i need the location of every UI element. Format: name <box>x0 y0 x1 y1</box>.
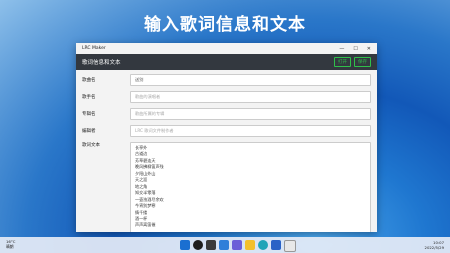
editor-label: 编辑者 <box>82 129 96 134</box>
file-explorer-icon[interactable] <box>245 240 255 250</box>
taskbar-icons <box>180 240 296 252</box>
chat-icon[interactable] <box>232 240 242 250</box>
header-buttons: 打开 保存 <box>334 57 371 67</box>
weather-widget[interactable]: 16°C 晴朗 <box>6 239 15 249</box>
start-icon[interactable] <box>180 240 190 250</box>
store-icon[interactable] <box>271 240 281 250</box>
edge-icon[interactable] <box>258 240 268 250</box>
singer-row: 歌手名 歌曲的演唱者 <box>82 91 371 103</box>
open-button[interactable]: 打开 <box>334 57 351 67</box>
song-row: 歌曲名 送别 <box>82 74 371 86</box>
lyrics-label: 歌词文本 <box>82 143 100 148</box>
window-titlebar[interactable]: LRC Maker — ☐ ✕ <box>76 43 377 54</box>
album-input[interactable]: 歌曲所属的专辑 <box>130 108 371 120</box>
song-label: 歌曲名 <box>82 78 96 83</box>
album-row: 专辑名 歌曲所属的专辑 <box>82 108 371 120</box>
clock-date: 2022/5/29 <box>424 245 444 250</box>
weather-desc: 晴朗 <box>6 244 14 249</box>
lyrics-row: 歌词文本 长亭外 古道边 芳草碧连天 晚风拂柳笛声残 夕阳山外山 天之涯 地之角… <box>82 142 371 232</box>
task-view-icon[interactable] <box>206 240 216 250</box>
app-window: LRC Maker — ☐ ✕ 歌词信息和文本 打开 保存 歌曲名 送别 歌手名… <box>76 43 377 232</box>
maximize-button[interactable]: ☐ <box>353 46 357 52</box>
app-header: 歌词信息和文本 打开 保存 <box>76 54 377 70</box>
minimize-button[interactable]: — <box>339 46 344 52</box>
widgets-icon[interactable] <box>219 240 229 250</box>
lyrics-form: 歌曲名 送别 歌手名 歌曲的演唱者 专辑名 歌曲所属的专辑 编辑者 LRC 歌词… <box>76 70 377 232</box>
song-input[interactable]: 送别 <box>130 74 371 86</box>
editor-input[interactable]: LRC 歌词文件制作者 <box>130 125 371 137</box>
tutorial-headline: 输入歌词信息和文本 <box>144 15 306 35</box>
lyrics-textarea[interactable]: 长亭外 古道边 芳草碧连天 晚风拂柳笛声残 夕阳山外山 天之涯 地之角 知交半零… <box>130 142 371 232</box>
app-icon[interactable] <box>284 240 296 252</box>
save-button[interactable]: 保存 <box>354 57 371 67</box>
window-title: LRC Maker <box>82 46 106 51</box>
window-controls: — ☐ ✕ <box>339 46 371 52</box>
singer-label: 歌手名 <box>82 95 96 100</box>
clock[interactable]: 10:07 2022/5/29 <box>425 240 444 250</box>
taskbar: 16°C 晴朗 10:07 2022/5/29 <box>0 237 450 253</box>
search-icon[interactable] <box>193 240 203 250</box>
header-title: 歌词信息和文本 <box>82 60 121 66</box>
close-button[interactable]: ✕ <box>367 46 371 52</box>
album-label: 专辑名 <box>82 112 96 117</box>
editor-row: 编辑者 LRC 歌词文件制作者 <box>82 125 371 137</box>
singer-input[interactable]: 歌曲的演唱者 <box>130 91 371 103</box>
lyric-line: 声声离笛催 <box>135 222 156 228</box>
